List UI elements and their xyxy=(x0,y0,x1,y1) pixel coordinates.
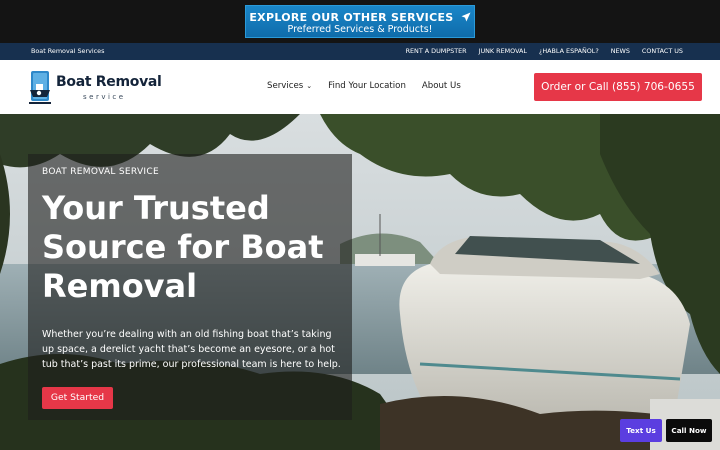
link-rent-a-dumpster[interactable]: RENT A DUMPSTER xyxy=(406,47,467,55)
link-contact-us[interactable]: CONTACT US xyxy=(642,47,683,55)
nav-about-us[interactable]: About Us xyxy=(422,81,461,91)
promo-subtitle: Preferred Services & Products! xyxy=(287,24,433,35)
link-news[interactable]: NEWS xyxy=(611,47,630,55)
get-started-button[interactable]: Get Started xyxy=(42,387,113,409)
hero-body-copy: Whether you’re dealing with an old fishi… xyxy=(42,329,341,370)
explore-services-button[interactable]: EXPLORE OUR OTHER SERVICES Preferred Ser… xyxy=(245,5,475,38)
promo-title-row: EXPLORE OUR OTHER SERVICES xyxy=(246,11,474,24)
hero-eyebrow: BOAT REMOVAL SERVICE xyxy=(42,167,159,177)
hero-headline: Your Trusted Source for Boat Removal xyxy=(42,189,324,305)
logo-name: Boat Removal xyxy=(56,74,162,90)
promo-strip: EXPLORE OUR OTHER SERVICES Preferred Ser… xyxy=(0,0,720,43)
call-now-button[interactable]: Call Now xyxy=(666,419,712,442)
utility-brand[interactable]: Boat Removal Services xyxy=(31,47,104,55)
paper-plane-icon xyxy=(461,12,471,22)
nav-services[interactable]: Services ⌄ xyxy=(267,81,312,91)
link-junk-removal[interactable]: JUNK REMOVAL xyxy=(479,47,527,55)
utility-links: RENT A DUMPSTER JUNK REMOVAL ¿HABLA ESPA… xyxy=(406,47,683,55)
logo-tagline: service xyxy=(83,93,126,101)
promo-title: EXPLORE OUR OTHER SERVICES xyxy=(249,11,454,24)
utility-bar: Boat Removal Services RENT A DUMPSTER JU… xyxy=(0,43,720,60)
site-header: Boat Removal service Services ⌄ Find Your… xyxy=(0,60,720,114)
boat-removal-logo-icon xyxy=(29,71,51,104)
chevron-down-icon: ⌄ xyxy=(306,82,313,90)
order-or-call-button[interactable]: Order or Call (855) 706-0655 xyxy=(534,73,702,101)
site-logo[interactable]: Boat Removal service xyxy=(28,69,162,105)
nav-find-your-location[interactable]: Find Your Location xyxy=(328,81,406,91)
link-habla-espanol[interactable]: ¿HABLA ESPAÑOL? xyxy=(539,47,599,55)
text-us-button[interactable]: Text Us xyxy=(620,419,662,442)
main-nav: Services ⌄ Find Your Location About Us xyxy=(267,81,461,91)
nav-services-label: Services xyxy=(267,81,304,91)
